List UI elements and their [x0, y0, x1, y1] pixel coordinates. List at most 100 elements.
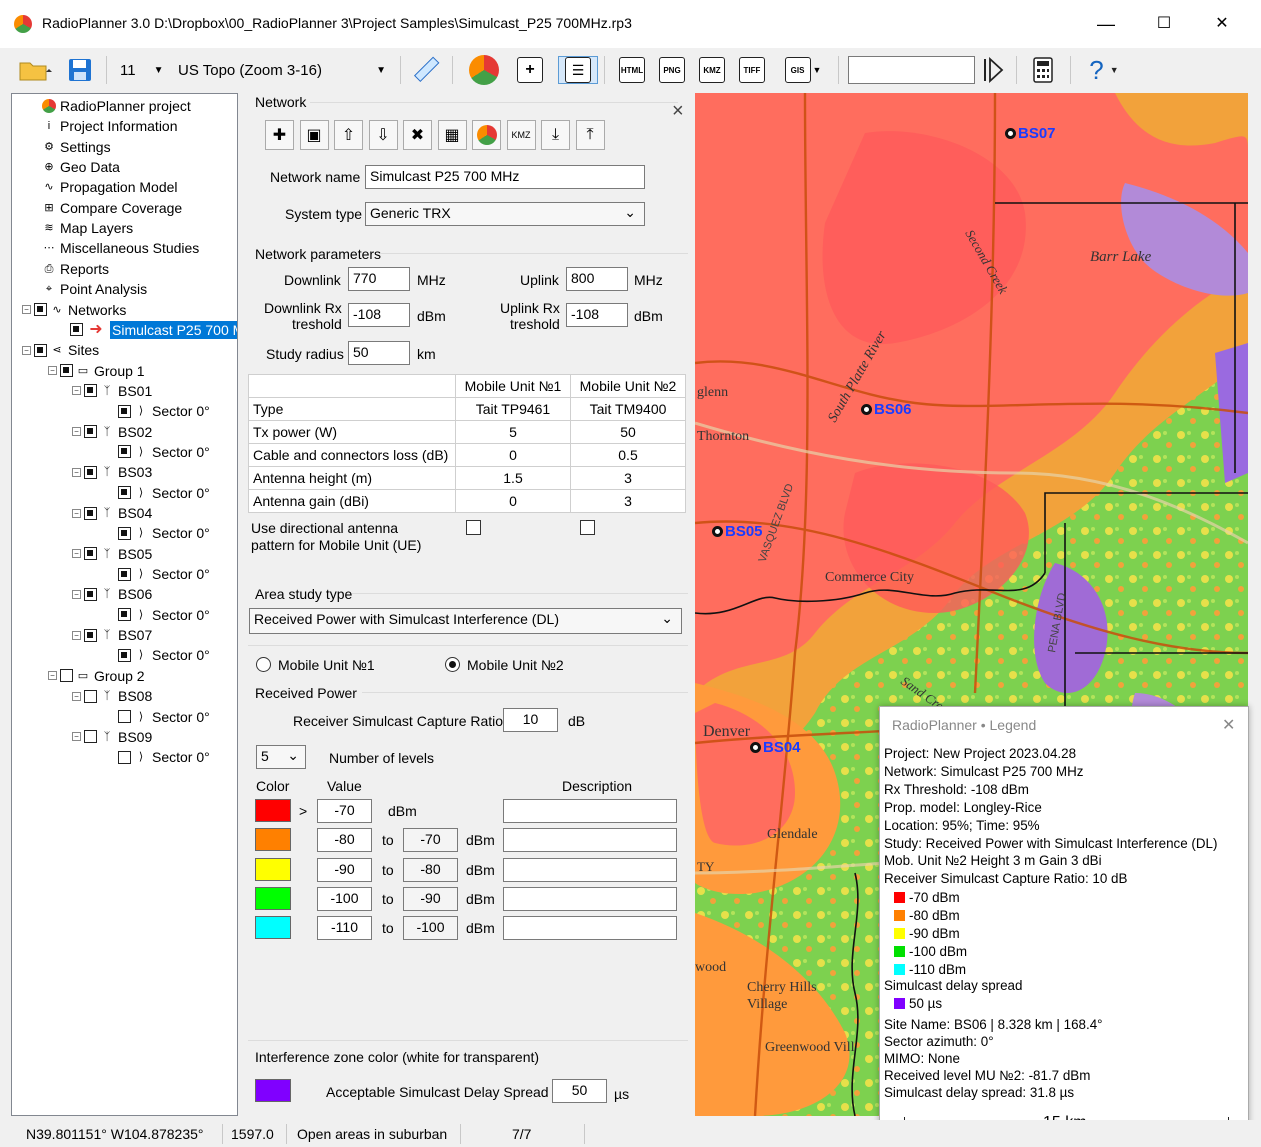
list-view-button[interactable]: ☰: [558, 56, 598, 84]
checkbox[interactable]: [84, 730, 97, 744]
mu1-directional-checkbox[interactable]: [466, 520, 481, 535]
go-button[interactable]: [980, 56, 1006, 84]
panel-toolbar-table-button[interactable]: ▦: [437, 120, 467, 150]
export-html-button[interactable]: HTML: [616, 56, 648, 84]
collapse-icon[interactable]: −: [72, 427, 81, 437]
tree-item-map-layers[interactable]: ≋ Map Layers: [42, 218, 133, 238]
level-to-value[interactable]: -80: [403, 857, 458, 882]
checkbox[interactable]: [70, 323, 83, 337]
table-cell[interactable]: 50: [570, 420, 686, 444]
study-radius-input[interactable]: 50: [348, 341, 410, 365]
help-button[interactable]: ? ▼: [1080, 55, 1128, 85]
checkbox[interactable]: [84, 506, 97, 520]
panel-toolbar-import-button[interactable]: ⤓: [541, 120, 570, 150]
table-cell[interactable]: 3: [570, 466, 686, 490]
checkbox[interactable]: [118, 526, 131, 540]
checkbox[interactable]: [118, 710, 131, 723]
map-layer-select[interactable]: US Topo (Zoom 3-16) ▼: [172, 56, 394, 84]
tree-item-sector[interactable]: ⟩ Sector 0°: [118, 483, 210, 503]
level-value-input[interactable]: -100: [317, 886, 372, 911]
tree-item-sites[interactable]: − ⋖ Sites: [22, 340, 99, 360]
zoom-select[interactable]: 11 ▼: [112, 56, 170, 84]
mu2-radio[interactable]: Mobile Unit №2: [445, 657, 564, 673]
level-color-swatch[interactable]: [255, 916, 291, 940]
tree-item-sector[interactable]: ⟩ Sector 0°: [118, 707, 210, 727]
collapse-icon[interactable]: −: [72, 549, 81, 559]
level-description-input[interactable]: [503, 857, 677, 882]
level-description-input[interactable]: [503, 828, 677, 853]
collapse-icon[interactable]: −: [72, 691, 81, 701]
tree-item-bs04[interactable]: − ᛉ BS04: [72, 503, 152, 523]
checkbox[interactable]: [118, 750, 131, 764]
panel-toolbar-kmz-button[interactable]: KMZ: [506, 120, 536, 150]
export-kmz-button[interactable]: KMZ: [696, 56, 728, 84]
panel-toolbar-export-button[interactable]: ⤒: [575, 120, 605, 150]
checkbox[interactable]: [84, 689, 97, 703]
table-cell[interactable]: 5: [455, 420, 571, 444]
table-cell[interactable]: Tait TM9400: [570, 397, 686, 421]
tree-item-compare-coverage[interactable]: ⊞ Compare Coverage: [42, 198, 182, 218]
checkbox[interactable]: [118, 608, 131, 622]
collapse-icon[interactable]: −: [48, 671, 57, 681]
level-to-value[interactable]: -100: [403, 916, 458, 941]
interference-color-swatch[interactable]: [255, 1079, 291, 1102]
checkbox[interactable]: [84, 547, 97, 561]
level-value-input[interactable]: -70: [317, 799, 372, 823]
site-marker-bs07[interactable]: BS07: [1005, 125, 1056, 142]
checkbox[interactable]: [118, 445, 131, 459]
collapse-icon[interactable]: −: [72, 386, 81, 396]
network-name-input[interactable]: Simulcast P25 700 MHz: [365, 165, 645, 189]
checkbox[interactable]: [84, 465, 97, 479]
panel-toolbar-stop-button[interactable]: ▣: [299, 120, 329, 150]
delay-spread-input[interactable]: 50: [552, 1079, 607, 1103]
export-png-button[interactable]: PNG: [656, 56, 688, 84]
level-value-input[interactable]: -110: [317, 916, 372, 941]
export-tiff-button[interactable]: TIFF: [736, 56, 768, 84]
checkbox[interactable]: [118, 567, 131, 581]
tree-item-simulcast-p25-700-m[interactable]: ➜ Simulcast P25 700 M: [70, 320, 237, 340]
panel-toolbar-add-button[interactable]: ✚: [265, 120, 294, 150]
capture-ratio-input[interactable]: 10: [503, 708, 558, 732]
level-description-input[interactable]: [503, 886, 677, 911]
collapse-icon[interactable]: −: [72, 630, 81, 640]
tree-item-sector[interactable]: ⟩ Sector 0°: [118, 564, 210, 584]
level-color-swatch[interactable]: [255, 857, 291, 881]
tree-item-group-1[interactable]: − ▭ Group 1: [48, 361, 145, 381]
tree-item-project-information[interactable]: i Project Information: [42, 116, 178, 136]
level-description-input[interactable]: [503, 916, 677, 941]
table-cell[interactable]: 0: [455, 489, 571, 513]
tree-item-settings[interactable]: ⚙ Settings: [42, 137, 111, 157]
uplink-rx-threshold-input[interactable]: -108: [566, 303, 628, 327]
checkbox[interactable]: [34, 303, 47, 316]
site-marker-bs05[interactable]: BS05: [712, 523, 763, 540]
level-color-swatch[interactable]: [255, 799, 291, 822]
checkbox[interactable]: [118, 404, 131, 418]
panel-toolbar-download-arrow-button[interactable]: ⇩: [368, 120, 398, 150]
tree-item-bs07[interactable]: − ᛉ BS07: [72, 625, 152, 645]
tree-item-reports[interactable]: ⎙ Reports: [42, 259, 109, 279]
collapse-icon[interactable]: −: [22, 345, 31, 355]
level-to-value[interactable]: -90: [403, 886, 458, 911]
table-cell[interactable]: 0: [455, 443, 571, 467]
collapse-icon[interactable]: −: [72, 732, 81, 742]
site-marker-bs04[interactable]: BS04: [750, 739, 801, 756]
checkbox[interactable]: [118, 486, 131, 500]
tree-item-bs09[interactable]: − ᛉ BS09: [72, 727, 152, 747]
legend-close-button[interactable]: ✕: [1222, 715, 1235, 735]
close-window-button[interactable]: ✕: [1202, 8, 1242, 40]
collapse-icon[interactable]: −: [72, 589, 81, 599]
add-layer-button[interactable]: +: [515, 56, 545, 84]
collapse-icon[interactable]: −: [22, 305, 31, 314]
level-to-value[interactable]: -70: [403, 828, 458, 853]
downlink-rx-threshold-input[interactable]: -108: [348, 303, 410, 327]
system-type-select[interactable]: Generic TRX ⌄: [365, 202, 645, 226]
calculator-button[interactable]: [1028, 56, 1058, 84]
tree-item-sector[interactable]: ⟩ Sector 0°: [118, 442, 210, 462]
tree-item-bs03[interactable]: − ᛉ BS03: [72, 462, 152, 482]
tree-item-point-analysis[interactable]: ⌖ Point Analysis: [42, 279, 147, 299]
panel-close-button[interactable]: ×: [672, 100, 684, 123]
table-cell[interactable]: Tait TP9461: [455, 397, 571, 421]
export-gis-button[interactable]: GIS ▼: [780, 56, 826, 84]
tree-item-sector[interactable]: ⟩ Sector 0°: [118, 645, 210, 665]
level-value-input[interactable]: -90: [317, 857, 372, 882]
